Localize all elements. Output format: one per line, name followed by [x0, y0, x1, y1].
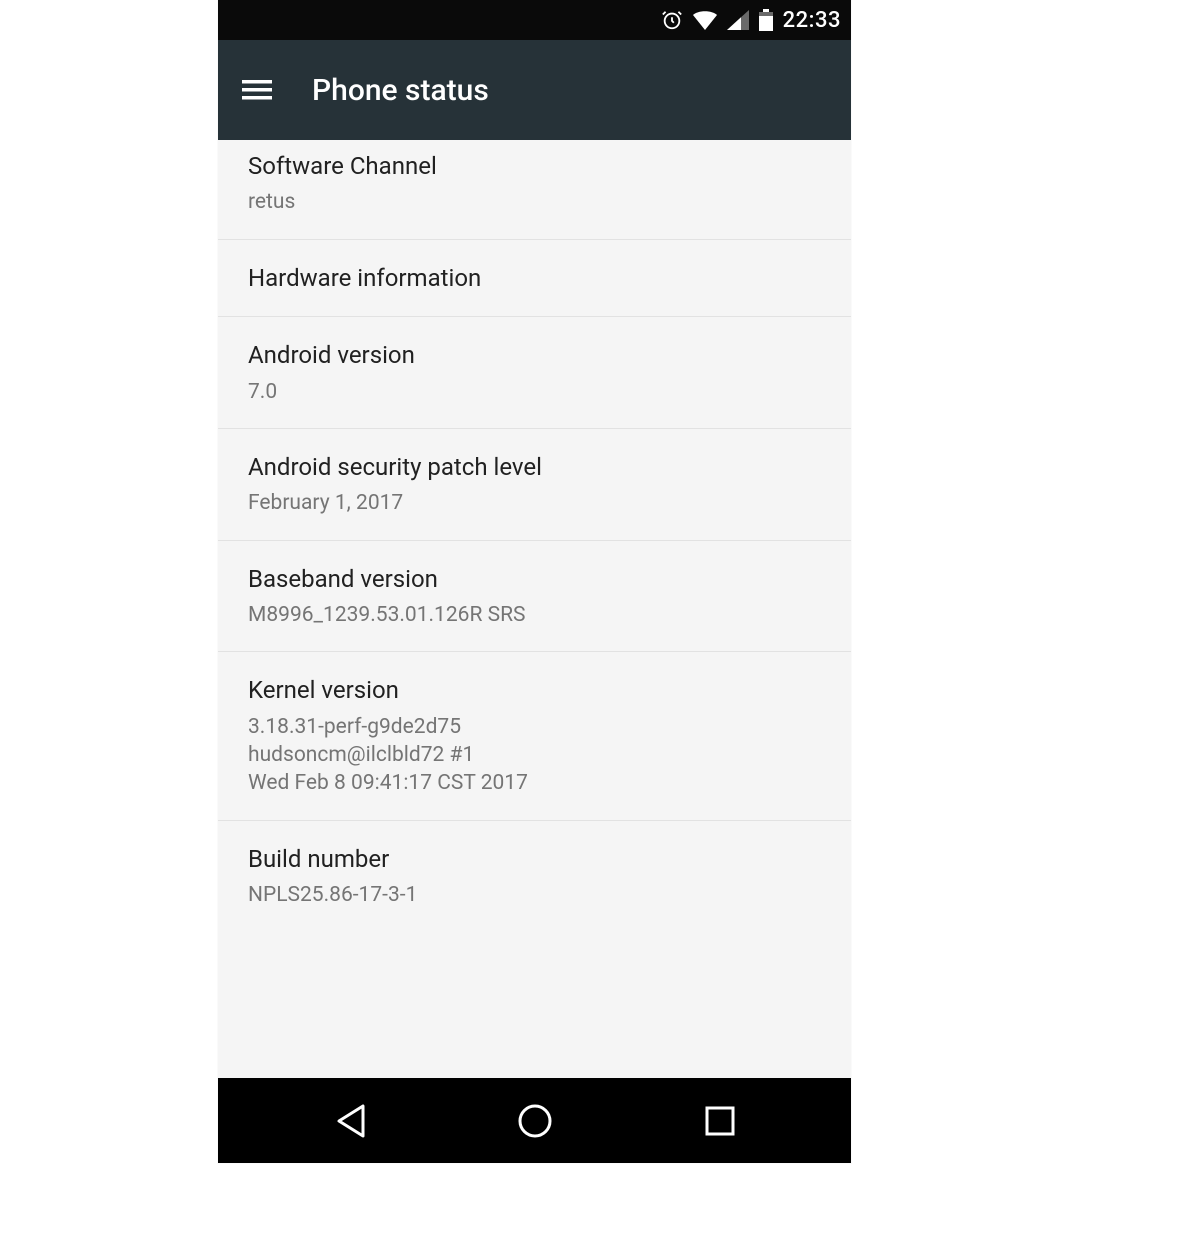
row-kernel-version[interactable]: Kernel version 3.18.31-perf-g9de2d75 hud… — [218, 652, 851, 820]
row-value: M8996_1239.53.01.126R SRS — [248, 601, 821, 629]
row-software-channel[interactable]: Software Channel retus — [218, 140, 851, 240]
wifi-icon — [693, 10, 717, 30]
status-bar: 22:33 — [218, 0, 851, 40]
home-icon[interactable] — [516, 1102, 554, 1140]
row-value: 7.0 — [248, 378, 821, 406]
row-label: Android security patch level — [248, 451, 821, 483]
row-value: NPLS25.86-17-3-1 — [248, 881, 821, 909]
row-build-number[interactable]: Build number NPLS25.86-17-3-1 — [218, 821, 851, 932]
cellular-signal-icon — [727, 10, 749, 30]
row-value: 3.18.31-perf-g9de2d75 hudsoncm@ilclbld72… — [248, 713, 821, 798]
alarm-icon — [661, 9, 683, 31]
row-label: Build number — [248, 843, 821, 875]
row-label: Kernel version — [248, 674, 821, 706]
back-icon[interactable] — [333, 1102, 367, 1140]
row-label: Software Channel — [248, 150, 821, 182]
row-value: retus — [248, 188, 821, 216]
battery-icon — [759, 9, 773, 31]
phone-frame: 22:33 Phone status Software Channel retu… — [218, 0, 851, 1163]
row-android-version[interactable]: Android version 7.0 — [218, 317, 851, 429]
row-value: February 1, 2017 — [248, 489, 821, 517]
row-label: Hardware information — [248, 262, 821, 294]
row-android-security-patch-level[interactable]: Android security patch level February 1,… — [218, 429, 851, 541]
status-time: 22:33 — [783, 8, 841, 33]
page-title: Phone status — [312, 73, 489, 108]
row-hardware-information[interactable]: Hardware information — [218, 240, 851, 317]
row-label: Baseband version — [248, 563, 821, 595]
settings-list: Software Channel retus Hardware informat… — [218, 140, 851, 1078]
row-label: Android version — [248, 339, 821, 371]
app-bar: Phone status — [218, 40, 851, 140]
recent-apps-icon[interactable] — [704, 1105, 736, 1137]
navigation-bar — [218, 1078, 851, 1163]
row-baseband-version[interactable]: Baseband version M8996_1239.53.01.126R S… — [218, 541, 851, 653]
menu-icon[interactable] — [242, 78, 272, 102]
